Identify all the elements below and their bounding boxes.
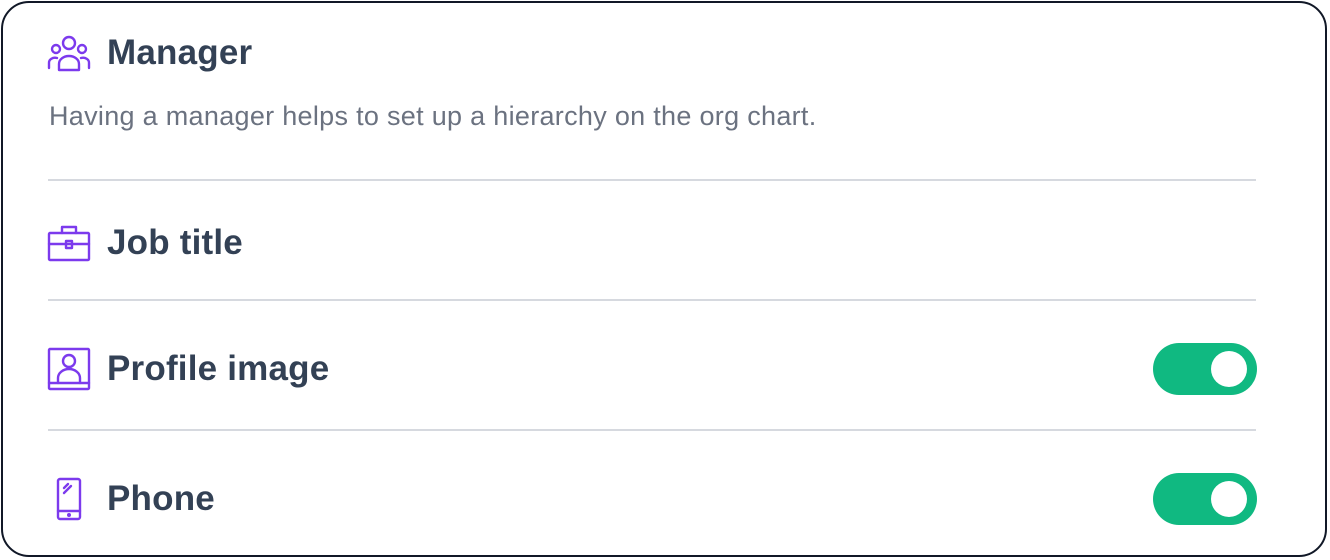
profile-image-toggle[interactable] (1153, 343, 1257, 395)
profile-image-title: Profile image (107, 349, 330, 388)
divider (48, 429, 1256, 431)
profile-image-section: Profile image (47, 343, 1257, 395)
briefcase-icon (47, 221, 91, 265)
phone-title: Phone (107, 479, 215, 518)
toggle-knob (1211, 351, 1247, 387)
job-title-section: Job title (47, 219, 1257, 267)
manager-description: Having a manager helps to set up a hiera… (49, 101, 817, 131)
phone-section: Phone (47, 473, 1257, 525)
settings-card: Manager Having a manager helps to set up… (1, 1, 1327, 557)
divider (48, 179, 1256, 181)
profile-image-icon (47, 347, 91, 391)
phone-icon (47, 477, 91, 521)
phone-toggle[interactable] (1153, 473, 1257, 525)
users-group-icon (47, 31, 91, 75)
job-title-title: Job title (107, 223, 243, 262)
toggle-knob (1211, 481, 1247, 517)
divider (48, 299, 1256, 301)
manager-section: Manager (47, 29, 1257, 77)
manager-title: Manager (107, 33, 253, 72)
